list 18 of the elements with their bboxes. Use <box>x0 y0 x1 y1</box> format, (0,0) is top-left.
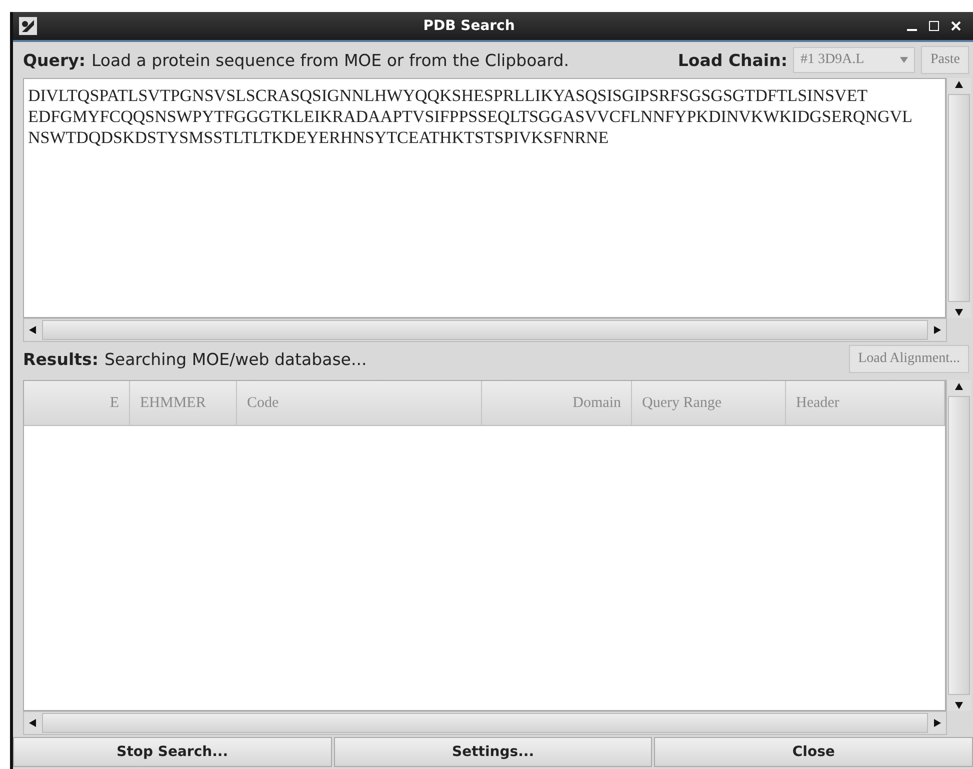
horizontal-scrollbar[interactable] <box>23 318 947 342</box>
results-label: Results: <box>23 350 98 368</box>
horizontal-scrollbar[interactable] <box>23 711 947 735</box>
vertical-scrollbar[interactable] <box>946 380 971 711</box>
app-icon <box>19 17 37 35</box>
sequence-field[interactable]: DIVLTQSPATLSVTPGNSVSLSCRASQSIGNNLHWYQQKSHESPRLLIKYASQSISGIPSRFSGSGSGTDFTLSINSVET EDFGMYFCQQSNSWPYTFGGGTKLEIKRADAAPTVSIFPPSSEQLTSGGASVVCFLNNFYPKDINVKWKIDGSERQNGVL NSWTDQDSKDSTYSMSSTLTLTKDEYERHNSYTCEATHKTSTSPIVKSFNRNE <box>23 78 946 318</box>
query-hint: Load a protein sequence from MOE or from the Clipboard. <box>91 50 569 70</box>
query-label: Query: <box>23 50 86 70</box>
search-status: Searching MOE/web database... <box>104 350 367 368</box>
dialog-button[interactable]: Close <box>654 737 973 767</box>
arrow-down-icon[interactable] <box>953 306 965 318</box>
load-chain-label: Load Chain: <box>678 50 788 70</box>
vertical-scrollbar[interactable] <box>946 78 971 318</box>
dialog-button[interactable]: Stop Search... <box>13 737 332 767</box>
window-title: PDB Search <box>422 18 516 34</box>
arrow-down-icon[interactable] <box>953 699 965 711</box>
caret-icon <box>900 57 908 63</box>
dialog-button[interactable]: Settings... <box>334 737 652 767</box>
